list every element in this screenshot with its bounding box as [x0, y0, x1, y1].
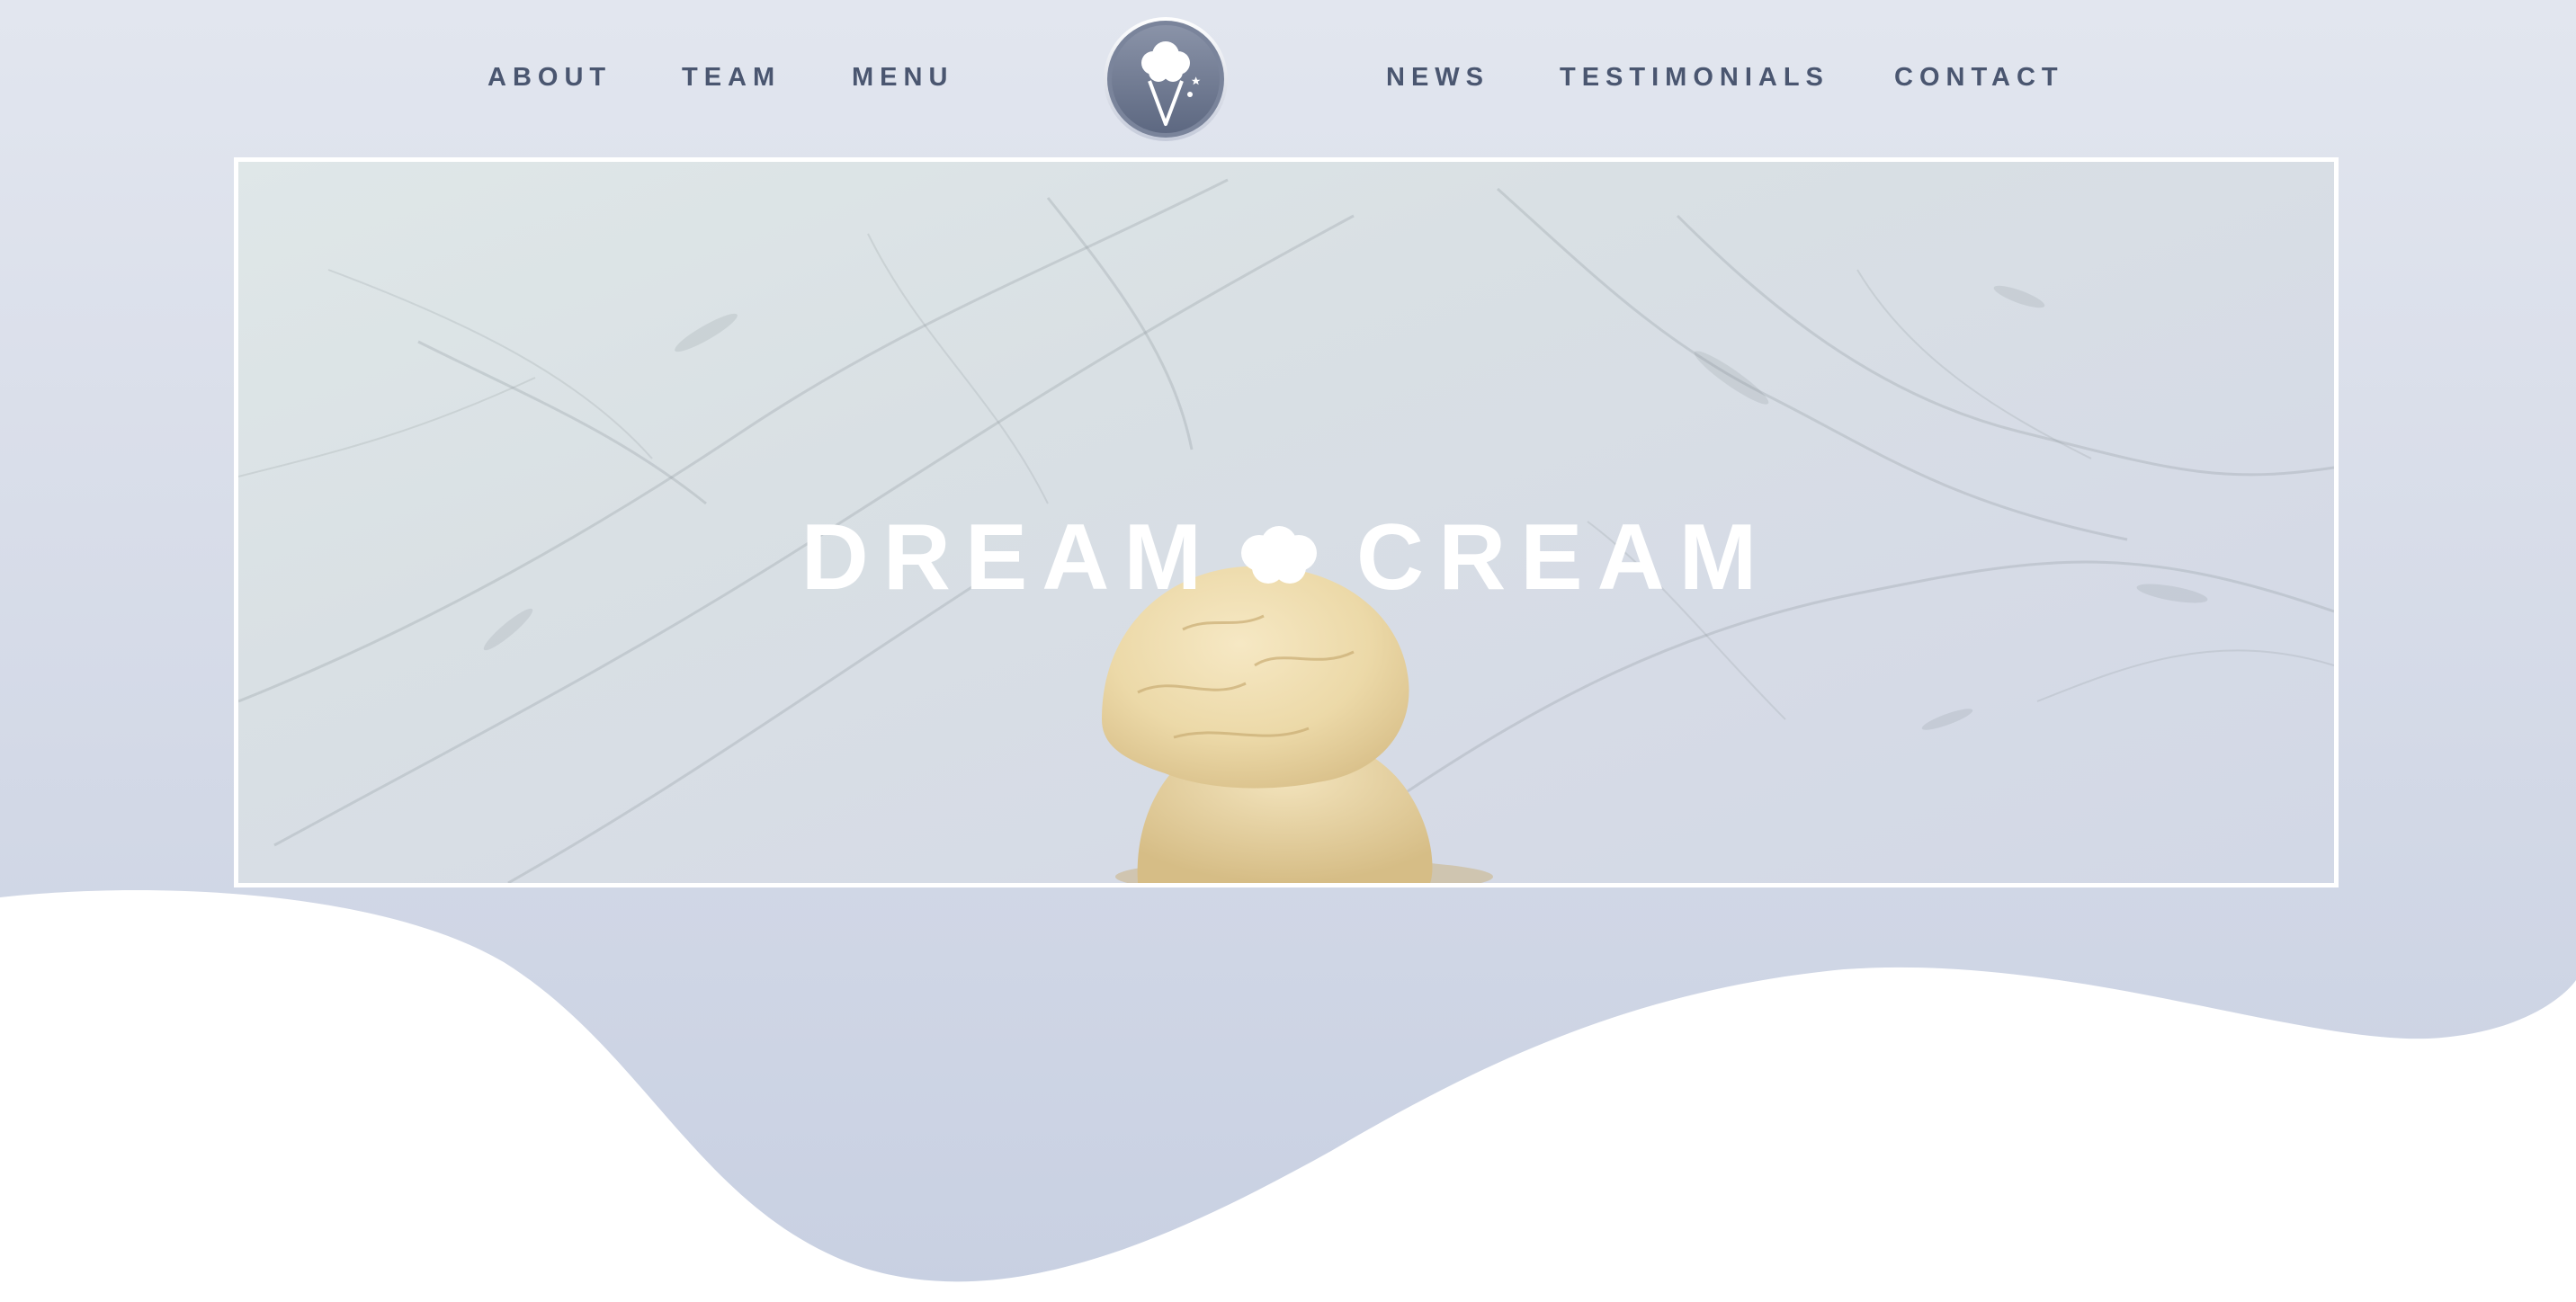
cloud-icon [1241, 526, 1317, 584]
logo[interactable] [1103, 16, 1229, 142]
nav-item-about[interactable]: ABOUT [487, 61, 612, 94]
hero-title-dream: DREAM [801, 505, 1216, 610]
hero-title: DREAM CREAM [238, 504, 2334, 611]
nav-item-contact[interactable]: CONTACT [1894, 61, 2064, 94]
ice-cream-cone-icon [1104, 17, 1228, 141]
hero-banner: DREAM CREAM [234, 157, 2339, 887]
nav-item-menu[interactable]: MENU [852, 61, 953, 94]
page: ABOUT TEAM MENU NEWS TESTIMONIALS CONTAC… [0, 0, 2576, 1302]
nav-item-news[interactable]: NEWS [1386, 61, 1489, 94]
hero-title-cream: CREAM [1356, 505, 1772, 610]
decorative-wave [0, 890, 2576, 1302]
nav-item-team[interactable]: TEAM [682, 61, 781, 94]
main-nav: ABOUT TEAM MENU NEWS TESTIMONIALS CONTAC… [0, 0, 2576, 155]
nav-item-testimonials[interactable]: TESTIMONIALS [1560, 61, 1829, 94]
